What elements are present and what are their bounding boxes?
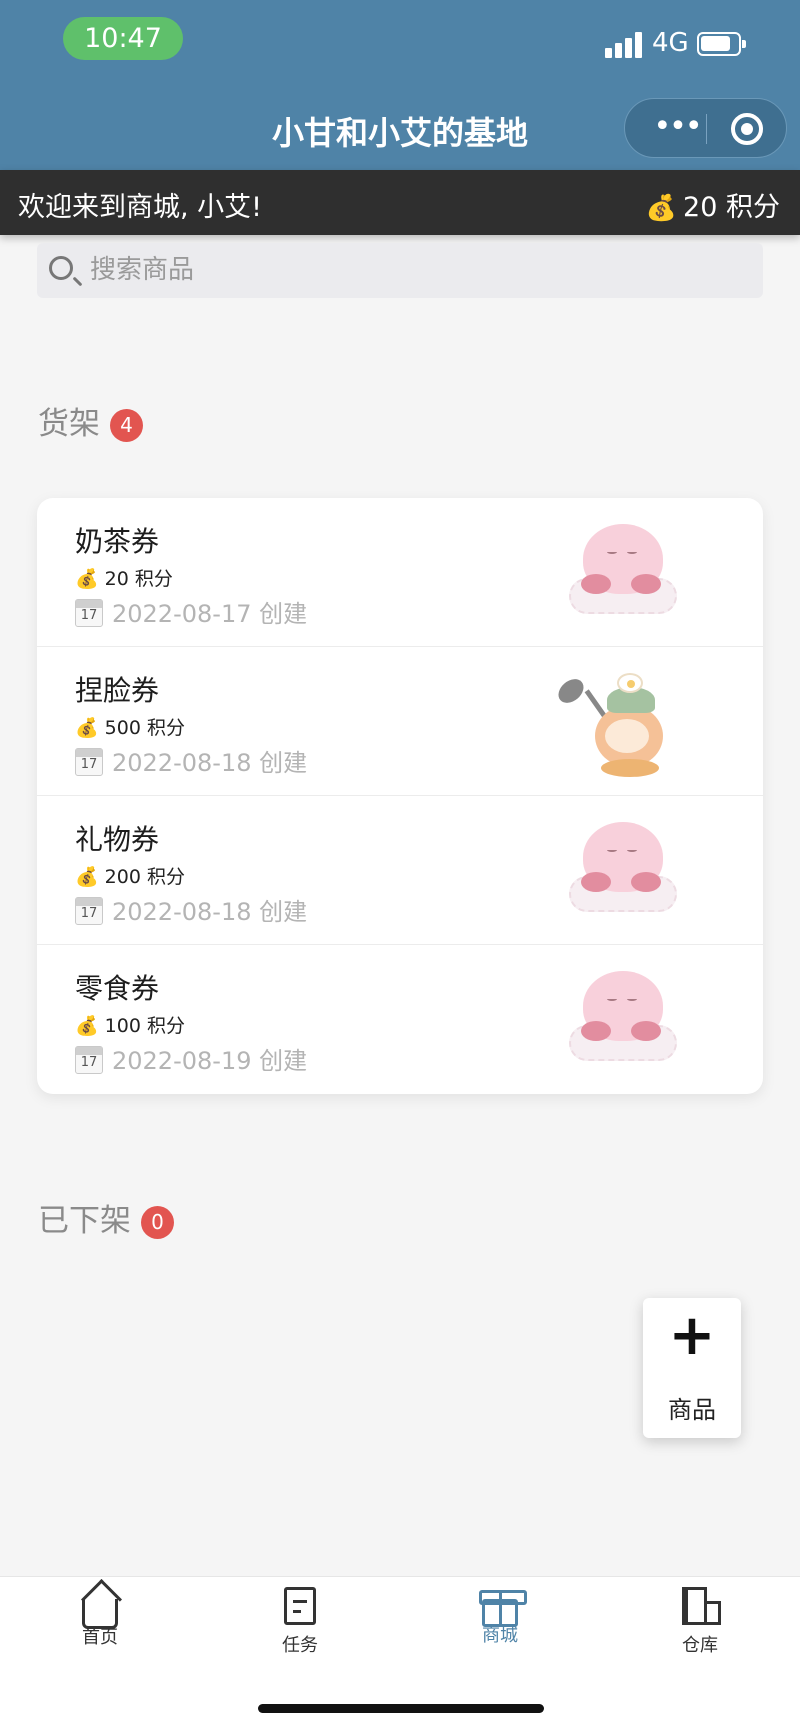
kirby-on-cloud-image: [569, 969, 679, 1069]
search-input[interactable]: [90, 251, 730, 289]
item-name: 零食券: [75, 972, 160, 1005]
money-bag-icon: 💰: [75, 1015, 99, 1037]
shelf-count-badge: 4: [110, 409, 143, 442]
item-date: 17 2022-08-18 创建: [75, 892, 307, 927]
waddle-dee-with-pan-image: [553, 673, 677, 783]
tab-tasks[interactable]: 任务: [240, 1587, 360, 1667]
shelf-item[interactable]: 奶茶券 💰 20 积分 17 2022-08-17 创建: [37, 498, 763, 647]
points-balance: 💰 20 积分: [646, 185, 780, 224]
calendar-icon: 17: [75, 1046, 103, 1074]
money-bag-icon: 💰: [75, 568, 99, 590]
task-icon: [284, 1587, 316, 1625]
item-date: 17 2022-08-19 创建: [75, 1041, 307, 1076]
status-time: 10:47: [63, 17, 183, 60]
item-price-value: 200 积分: [104, 866, 185, 888]
item-date-value: 2022-08-19 创建: [112, 1047, 308, 1075]
plus-icon: +: [668, 1303, 716, 1368]
tab-label: 任务: [282, 1635, 318, 1656]
item-date-value: 2022-08-18 创建: [112, 898, 308, 926]
capsule-divider: [706, 114, 707, 144]
shelf-item[interactable]: 礼物券 💰 200 积分 17 2022-08-18 创建: [37, 796, 763, 945]
kirby-on-cloud-image: [569, 522, 679, 622]
calendar-icon: 17: [75, 748, 103, 776]
welcome-bar: 欢迎来到商城, 小艾! 💰 20 积分: [0, 170, 800, 235]
item-price: 💰 20 积分: [75, 564, 173, 591]
warehouse-icon: [682, 1587, 721, 1625]
tab-warehouse[interactable]: 仓库: [640, 1587, 760, 1667]
search-icon: [49, 256, 73, 280]
mini-program-capsule: •••: [624, 98, 787, 158]
calendar-icon: 17: [75, 897, 103, 925]
item-price: 💰 500 积分: [75, 713, 185, 740]
item-date-value: 2022-08-17 创建: [112, 600, 308, 628]
off-shelf-title: 已下架: [38, 1203, 131, 1239]
item-date: 17 2022-08-17 创建: [75, 594, 307, 629]
close-target-icon[interactable]: [731, 113, 763, 145]
battery-icon: [697, 32, 746, 56]
item-price-value: 20 积分: [104, 568, 173, 590]
tab-home[interactable]: 首页: [40, 1587, 160, 1667]
item-date-value: 2022-08-18 创建: [112, 749, 308, 777]
tab-label: 仓库: [682, 1635, 718, 1656]
item-name: 捏脸券: [75, 674, 160, 707]
item-price-value: 100 积分: [104, 1015, 185, 1037]
item-price-value: 500 积分: [104, 717, 185, 739]
item-price: 💰 100 积分: [75, 1011, 185, 1038]
home-indicator: [258, 1704, 544, 1713]
signal-icon: [605, 30, 645, 58]
welcome-message: 欢迎来到商城, 小艾!: [18, 192, 262, 223]
off-shelf-count-badge: 0: [141, 1206, 174, 1239]
shelf-item[interactable]: 零食券 💰 100 积分 17 2022-08-19 创建: [37, 945, 763, 1094]
more-icon[interactable]: •••: [647, 99, 707, 159]
shelf-list: 奶茶券 💰 20 积分 17 2022-08-17 创建 捏脸券 💰 500 积分 1…: [37, 498, 763, 1094]
kirby-on-cloud-image: [569, 820, 679, 920]
item-date: 17 2022-08-18 创建: [75, 743, 307, 778]
add-product-label: 商品: [668, 1396, 716, 1424]
item-name: 礼物券: [75, 823, 160, 856]
money-bag-icon: 💰: [75, 717, 99, 739]
tab-mall[interactable]: 商城: [440, 1587, 560, 1667]
shelf-section-header: 货架 4: [38, 398, 143, 443]
home-icon: [82, 1599, 118, 1629]
top-header: 10:47 4G 小甘和小艾的基地 •••: [0, 0, 800, 170]
money-bag-icon: 💰: [75, 866, 99, 888]
money-bag-icon: 💰: [645, 193, 678, 222]
item-name: 奶茶券: [75, 525, 160, 558]
calendar-icon: 17: [75, 599, 103, 627]
gift-icon: [479, 1590, 527, 1627]
item-price: 💰 200 积分: [75, 862, 185, 889]
network-type: 4G: [652, 28, 689, 58]
add-product-button[interactable]: + 商品: [643, 1298, 741, 1438]
off-shelf-section-header: 已下架 0: [38, 1195, 174, 1240]
shelf-title: 货架: [38, 406, 100, 442]
search-bar[interactable]: [37, 243, 763, 298]
points-value: 20 积分: [683, 192, 780, 223]
shelf-item[interactable]: 捏脸券 💰 500 积分 17 2022-08-18 创建: [37, 647, 763, 796]
